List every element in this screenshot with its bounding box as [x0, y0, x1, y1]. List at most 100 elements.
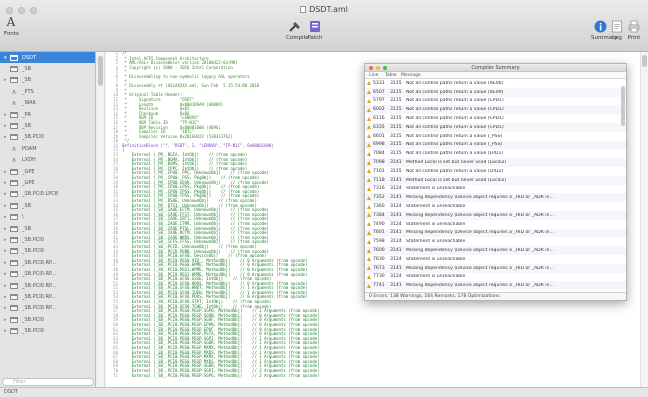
- warning-row[interactable]: 6998 3115 Not all control paths return a v…: [365, 140, 626, 150]
- warning-icon: [367, 90, 371, 95]
- warning-row[interactable]: 6601 3115 Not all control paths return a v…: [365, 132, 626, 141]
- warning-row[interactable]: 7352 3141 Missing dependency (Device objec…: [365, 193, 626, 203]
- warning-icon: [367, 142, 371, 147]
- warning-message: Not all control paths return a value (_P…: [406, 142, 503, 148]
- outline-item[interactable]: ▸ _SB.PCI0.RP...: [0, 291, 95, 302]
- warning-row[interactable]: 7673 3141 Missing dependency (Device objec…: [365, 263, 626, 273]
- warning-list: 5331 3115 Not all control paths return a v…: [365, 79, 626, 291]
- outline-item-label: PDAM: [22, 145, 37, 152]
- warning-line: 6998: [373, 142, 385, 148]
- warning-row[interactable]: 5797 3115 Not all control paths return a v…: [365, 97, 626, 106]
- outline-item[interactable]: ▸ _SB.PCI0.LPCB: [0, 189, 95, 200]
- warning-message: Statement is unreachable: [406, 274, 466, 280]
- warning-row[interactable]: 7601 3141 Missing dependency (Device objec…: [365, 228, 626, 238]
- column-header-table[interactable]: Table: [385, 72, 401, 78]
- warning-line: 7630: [373, 256, 385, 262]
- outline-item[interactable]: ▸ _SB: [0, 200, 95, 211]
- warning-row[interactable]: 7741 3141 Missing dependency (Device objec…: [365, 281, 626, 291]
- outline-item[interactable]: ▸ _SB: [0, 223, 95, 234]
- sidebar-scrollbar[interactable]: [97, 52, 105, 387]
- outline-item-label: _SB: [22, 66, 32, 73]
- outline-item[interactable]: ∧ LXDH: [0, 155, 95, 166]
- warning-row[interactable]: 7490 3124 Statement is unreachable: [365, 220, 626, 229]
- outline-item[interactable]: ▸ _SB.PCI0: [0, 314, 95, 325]
- warning-line: 5331: [373, 80, 385, 86]
- warning-row[interactable]: 7101 3115 Not all control paths return a v…: [365, 167, 626, 176]
- outline-item[interactable]: ▸ _SB: [0, 75, 95, 86]
- warning-row[interactable]: 7360 3124 Statement is unreachable: [365, 202, 626, 211]
- warning-row[interactable]: 6507 3115 Not all control paths return a v…: [365, 87, 626, 97]
- outline-item[interactable]: _SB: [0, 63, 95, 74]
- fonts-button[interactable]: A Fonts: [4, 15, 19, 37]
- warning-row[interactable]: 7630 3124 Statement is unreachable: [365, 255, 626, 264]
- warning-icon: [367, 160, 371, 165]
- warning-row[interactable]: 7600 3141 Missing dependency (Device objec…: [365, 246, 626, 255]
- warning-icon: [367, 283, 371, 288]
- warning-table: 3141: [390, 177, 402, 183]
- sidebar-filter-input[interactable]: Filter: [2, 378, 94, 386]
- warning-icon: [367, 195, 371, 200]
- outline-item[interactable]: ▾ DSDT: [0, 52, 95, 64]
- warning-row[interactable]: 7084 3115 Not all control paths return a v…: [365, 149, 626, 158]
- warning-icon: [367, 266, 371, 271]
- fonts-label: Fonts: [4, 31, 19, 37]
- outline-item[interactable]: ▸ _SB: [0, 120, 95, 131]
- editor-scroll-thumb[interactable]: [642, 55, 647, 67]
- outline-item-label: _SB.PCI0: [22, 236, 44, 243]
- outline-item[interactable]: ▸ _SB.PCI0.RP...: [0, 257, 95, 268]
- outline-item[interactable]: ∧ _PTS: [0, 86, 95, 97]
- column-header-message[interactable]: Message: [401, 72, 626, 78]
- warning-table: 3115: [390, 124, 402, 130]
- outline-item[interactable]: ▸ _SB.PCI0: [0, 132, 95, 143]
- warning-table: 3115: [390, 98, 402, 104]
- outline-item[interactable]: ▸ _SB.PCI0.RP...: [0, 268, 95, 279]
- table-header: Line Table Message: [365, 72, 626, 79]
- outline-item[interactable]: ▸ _SB.PCI0.RP...: [0, 303, 95, 314]
- warning-row[interactable]: 7384 3141 Missing dependency (Device objec…: [365, 210, 626, 220]
- warning-row[interactable]: 7118 3141 Method Local is set but never us…: [365, 175, 626, 185]
- outline-item[interactable]: ▸ _GPE: [0, 166, 95, 177]
- panel-close-button[interactable]: [369, 66, 373, 70]
- column-header-line[interactable]: Line: [365, 72, 385, 78]
- panel-zoom-button[interactable]: [383, 66, 387, 70]
- outline-item[interactable]: ▸ _GPE: [0, 177, 95, 188]
- warning-row[interactable]: 7730 3124 Statement is unreachable: [365, 273, 626, 282]
- warning-row[interactable]: 7316 3124 Statement is unreachable: [365, 185, 626, 194]
- warning-row[interactable]: 6335 3115 Not all control paths return a v…: [365, 122, 626, 132]
- outline-item[interactable]: ∧ _WAK: [0, 98, 95, 109]
- warning-icon: [367, 248, 371, 253]
- panel-minimize-button[interactable]: [376, 66, 380, 70]
- warning-row[interactable]: 7598 3124 Statement is unreachable: [365, 237, 626, 246]
- log-icon: [612, 20, 622, 33]
- outline-item[interactable]: ▸ \: [0, 211, 95, 222]
- patch-button[interactable]: Patch: [306, 20, 324, 41]
- sidebar-scroll-thumb[interactable]: [98, 56, 103, 86]
- warning-line: 7360: [373, 204, 385, 210]
- warning-message: Not all control paths return a value (LP…: [406, 151, 504, 157]
- outline-item[interactable]: ▸ _SB.PCI0: [0, 234, 95, 245]
- warning-row[interactable]: 7098 3141 Method Local is set but never us…: [365, 158, 626, 167]
- outline-item[interactable]: ∧ PDAM: [0, 143, 95, 154]
- method-icon: ∧: [11, 156, 17, 165]
- summary-button[interactable]: Summary: [591, 20, 618, 41]
- outline-item[interactable]: ▸ _PR: [0, 109, 95, 120]
- warning-table: 3141: [390, 283, 402, 289]
- outline-item[interactable]: ▸ _SB.PCI0.RP...: [0, 280, 95, 291]
- outline-item[interactable]: ▸ _SB.PCI0: [0, 325, 95, 336]
- folder-icon: [10, 225, 18, 232]
- folder-icon: [10, 66, 18, 73]
- warning-row[interactable]: 5331 3115 Not all control paths return a v…: [365, 79, 626, 88]
- panel-scroll-thumb[interactable]: [621, 86, 625, 126]
- warning-row[interactable]: 6002 3115 Not all control paths return a v…: [365, 105, 626, 115]
- log-button[interactable]: Log: [609, 20, 625, 41]
- warning-row[interactable]: 6116 3115 Not all control paths return a v…: [365, 114, 626, 123]
- warning-icon: [367, 178, 371, 183]
- outline-item-label: _SB.PCI0: [22, 248, 44, 255]
- outline-item[interactable]: ▸ _SB.PCI0: [0, 246, 95, 257]
- compile-button[interactable]: Compile: [286, 20, 309, 41]
- warning-message: Not all control paths return a value (CP…: [406, 124, 504, 130]
- window-title: DSDT.aml: [309, 5, 348, 14]
- print-button[interactable]: Print: [626, 20, 642, 41]
- status-bar: DSDT: [0, 387, 648, 397]
- editor-scrollbar[interactable]: [640, 52, 648, 387]
